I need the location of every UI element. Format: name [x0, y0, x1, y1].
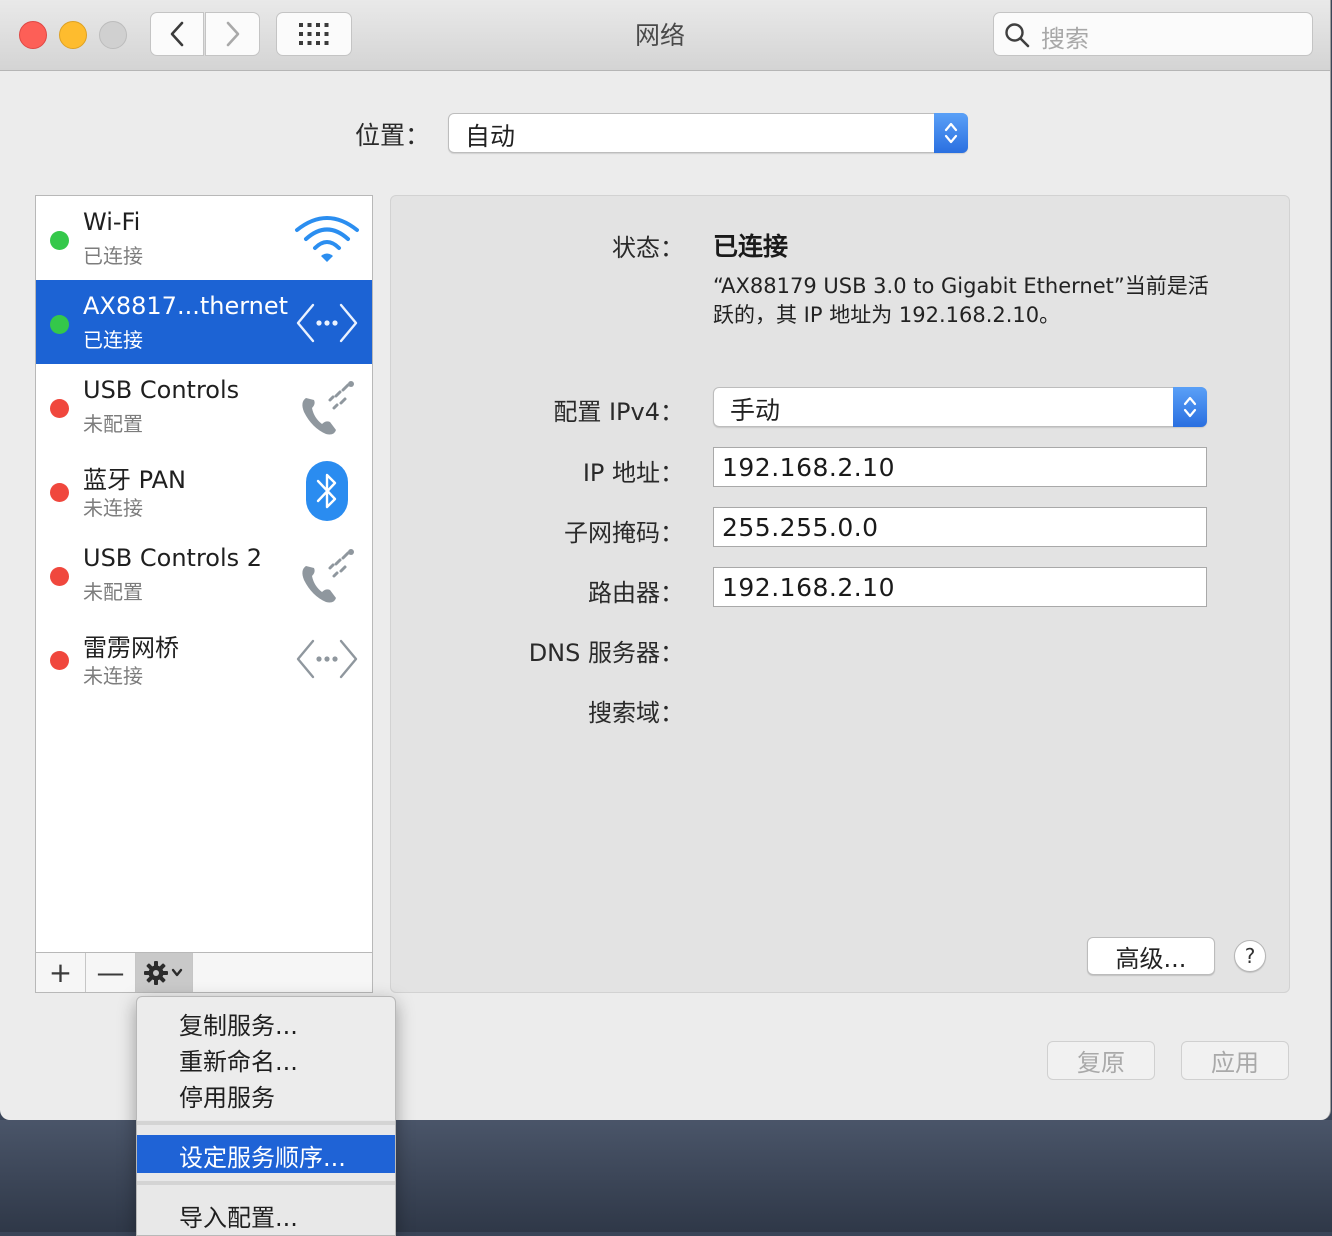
popup-arrows-icon — [934, 113, 968, 153]
service-status: 未配置 — [83, 412, 143, 436]
service-status: 已连接 — [83, 328, 143, 352]
ip-address-value: 192.168.2.10 — [722, 453, 895, 482]
location-label: 位置： — [355, 121, 431, 150]
back-button[interactable] — [150, 12, 204, 56]
apply-button[interactable]: 应用 — [1181, 1041, 1289, 1080]
search-placeholder: 搜索 — [1041, 25, 1089, 53]
minimize-window-button[interactable] — [59, 21, 87, 49]
advanced-button[interactable]: 高级... — [1087, 937, 1215, 975]
ethernet-icon — [294, 290, 360, 356]
status-dot-disconnected — [50, 651, 69, 670]
menu-item-label: 停用服务 — [179, 1084, 275, 1112]
status-dot-not-configured — [50, 399, 69, 418]
menu-item-label: 重新命名... — [179, 1048, 298, 1076]
bluetooth-icon — [294, 458, 360, 524]
menu-item-label: 复制服务... — [179, 1012, 298, 1040]
router-field[interactable]: 192.168.2.10 — [713, 567, 1207, 607]
service-name: USB Controls 2 — [83, 544, 263, 572]
service-item-usb-controls-2[interactable]: USB Controls 2 未配置 — [36, 532, 372, 616]
service-name: 蓝牙 PAN — [83, 466, 186, 494]
ethernet-icon — [294, 626, 360, 692]
menu-item-label: 导入配置... — [179, 1204, 298, 1232]
configure-ipv4-label: 配置 IPv4： — [553, 398, 684, 426]
service-status: 未连接 — [83, 496, 143, 520]
subnet-mask-field[interactable]: 255.255.0.0 — [713, 507, 1207, 547]
ip-address-field[interactable]: 192.168.2.10 — [713, 447, 1207, 487]
help-button[interactable]: ? — [1234, 940, 1266, 972]
window-title: 网络 — [634, 21, 685, 50]
subnet-mask-label: 子网掩码： — [564, 519, 684, 547]
status-label: 状态： — [612, 234, 684, 262]
service-item-bluetooth-pan[interactable]: 蓝牙 PAN 未连接 — [36, 448, 372, 532]
dns-server-label: DNS 服务器： — [528, 639, 684, 667]
menu-item-label: 设定服务顺序... — [179, 1144, 346, 1172]
status-value: 已连接 — [713, 232, 789, 261]
phone-icon — [294, 542, 360, 608]
router-label: 路由器： — [588, 579, 684, 607]
status-dot-connected — [50, 231, 69, 250]
service-item-usb-controls[interactable]: USB Controls 未配置 — [36, 364, 372, 448]
network-preferences-window: 网络 搜索 位置： 自动 Wi-Fi 已连接 AX8817...thernet … — [0, 0, 1331, 1120]
menu-separator — [137, 1121, 395, 1125]
service-name: USB Controls — [83, 376, 240, 404]
service-status: 已连接 — [83, 244, 143, 268]
service-status: 未连接 — [83, 664, 143, 688]
forward-button[interactable] — [205, 12, 260, 56]
chevron-left-icon — [170, 21, 184, 47]
action-menu-button[interactable] — [136, 953, 193, 992]
router-value: 192.168.2.10 — [722, 573, 895, 602]
gear-icon — [144, 960, 183, 985]
search-domain-label: 搜索域： — [588, 699, 684, 727]
remove-service-button[interactable]: — — [86, 953, 136, 992]
close-window-button[interactable] — [19, 21, 47, 49]
service-name: 雷雳网桥 — [83, 634, 179, 662]
service-name: AX8817...thernet — [83, 292, 289, 320]
location-value: 自动 — [465, 122, 516, 151]
service-item-wifi[interactable]: Wi-Fi 已连接 — [36, 196, 372, 280]
service-list: Wi-Fi 已连接 AX8817...thernet 已连接 USB Contr… — [35, 195, 373, 953]
service-item-ethernet[interactable]: AX8817...thernet 已连接 — [36, 280, 372, 364]
status-dot-not-configured — [50, 567, 69, 586]
status-dot-disconnected — [50, 483, 69, 502]
menu-item-set-service-order[interactable]: 设定服务顺序... — [137, 1135, 395, 1173]
status-description: “AX88179 USB 3.0 to Gigabit Ethernet”当前是… — [713, 274, 1209, 327]
revert-button[interactable]: 复原 — [1047, 1041, 1155, 1080]
menu-item-import-configurations[interactable]: 导入配置... — [137, 1195, 395, 1232]
menu-separator — [137, 1181, 395, 1185]
status-dot-connected — [50, 315, 69, 334]
chevron-right-icon — [226, 21, 239, 47]
configure-ipv4-value: 手动 — [730, 396, 781, 425]
menu-item-rename-service[interactable]: 重新命名... — [137, 1039, 395, 1076]
service-status: 未配置 — [83, 580, 143, 604]
phone-icon — [294, 374, 360, 440]
wifi-icon — [294, 206, 360, 272]
subnet-mask-value: 255.255.0.0 — [722, 513, 879, 542]
location-popup[interactable]: 自动 — [448, 113, 968, 153]
gear-action-menu: 复制服务... 重新命名... 停用服务 设定服务顺序... 导入配置... — [136, 996, 396, 1236]
show-all-button[interactable] — [276, 12, 352, 56]
service-list-toolbar: + — — [35, 952, 373, 993]
grid-icon — [299, 23, 329, 45]
menu-item-disable-service[interactable]: 停用服务 — [137, 1075, 395, 1112]
service-item-thunderbolt-bridge[interactable]: 雷雳网桥 未连接 — [36, 616, 372, 700]
add-service-button[interactable]: + — [36, 953, 86, 992]
menu-item-duplicate-service[interactable]: 复制服务... — [137, 1003, 395, 1040]
configure-ipv4-popup[interactable]: 手动 — [713, 387, 1207, 427]
service-name: Wi-Fi — [83, 208, 141, 236]
search-icon — [1005, 23, 1030, 48]
zoom-window-button[interactable] — [99, 21, 127, 49]
popup-arrows-icon — [1173, 387, 1207, 427]
titlebar: 网络 搜索 — [0, 0, 1330, 71]
ip-address-label: IP 地址： — [582, 459, 684, 487]
search-field[interactable]: 搜索 — [993, 12, 1313, 56]
